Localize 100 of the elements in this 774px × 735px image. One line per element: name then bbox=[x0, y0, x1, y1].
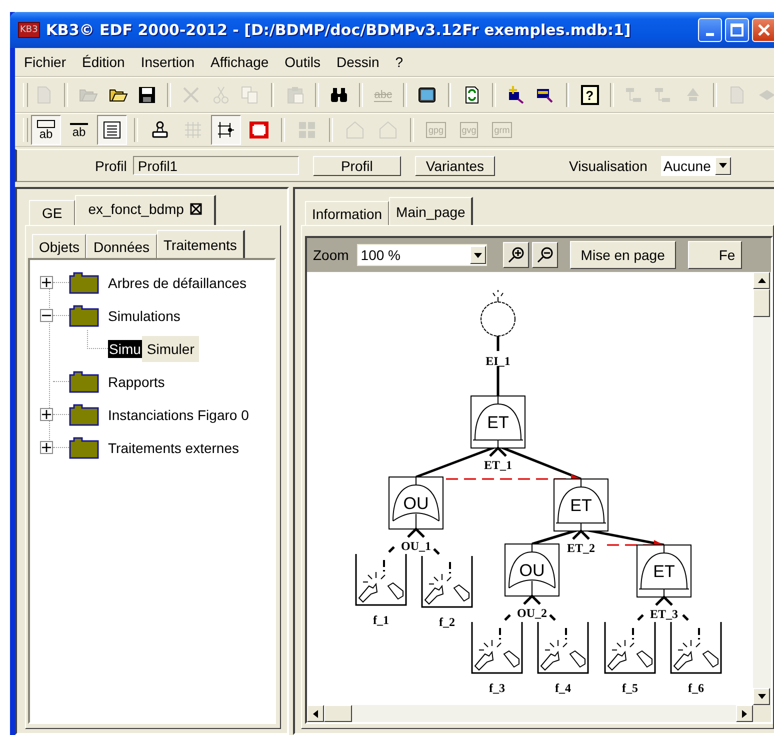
basic-event-drawing[interactable] bbox=[421, 555, 473, 608]
basic-event-drawing[interactable] bbox=[355, 553, 407, 606]
basic-event-drawing[interactable] bbox=[670, 621, 722, 674]
scroll-up-button[interactable] bbox=[753, 272, 770, 289]
maximize-button[interactable] bbox=[725, 18, 749, 42]
folder-icon bbox=[69, 272, 99, 294]
connector-hook bbox=[682, 614, 689, 621]
event-label: f_4 bbox=[555, 681, 571, 695]
zoom-out-icon bbox=[536, 246, 554, 264]
page-setup-button[interactable]: Mise en page bbox=[570, 241, 676, 269]
monitor-icon bbox=[417, 85, 438, 105]
frame-icon bbox=[249, 120, 269, 140]
basic-event-drawing[interactable] bbox=[604, 621, 656, 674]
close-button[interactable] bbox=[752, 18, 774, 42]
scroll-down-button[interactable] bbox=[753, 688, 770, 705]
event-label: f_1 bbox=[373, 613, 389, 627]
house-icon bbox=[378, 120, 398, 140]
menu-item[interactable]: Édition bbox=[75, 51, 132, 73]
zoom-in-button[interactable] bbox=[502, 242, 529, 268]
profile-label: Profil bbox=[95, 158, 127, 174]
close-icon bbox=[757, 23, 771, 37]
connector-hook bbox=[637, 614, 644, 621]
panel-tab[interactable]: Traitements bbox=[156, 230, 245, 258]
profile-button[interactable]: Profil bbox=[312, 156, 401, 176]
gate-label: OU_2 bbox=[517, 606, 547, 620]
hierarchy-icon bbox=[624, 85, 644, 105]
tree-item[interactable]: Simulations bbox=[107, 306, 182, 324]
dropdown-button[interactable] bbox=[470, 246, 486, 264]
menu-item[interactable]: Dessin bbox=[329, 51, 386, 73]
menu-item[interactable]: Fichier bbox=[17, 51, 74, 73]
tree-item[interactable]: Rapports bbox=[107, 372, 166, 390]
event-label: f_6 bbox=[688, 681, 704, 695]
zoom-out-button[interactable] bbox=[532, 242, 558, 268]
top-event-drawing[interactable] bbox=[480, 290, 516, 336]
view-dropdown[interactable]: Aucune bbox=[661, 156, 731, 176]
toolbar-button[interactable] bbox=[97, 115, 127, 145]
copy-icon bbox=[240, 85, 260, 105]
gate-label: ET_2 bbox=[567, 541, 595, 555]
folder-icon bbox=[69, 370, 99, 392]
stamp-icon bbox=[150, 120, 170, 140]
close-icon[interactable] bbox=[190, 202, 202, 214]
event-label: EI_1 bbox=[486, 354, 510, 368]
folder-icon bbox=[69, 436, 99, 458]
vertical-scrollbar[interactable] bbox=[753, 272, 771, 705]
basic-event-drawing[interactable] bbox=[537, 621, 589, 674]
menu-item[interactable]: Affichage bbox=[204, 51, 276, 73]
gate-label: ET_3 bbox=[650, 607, 678, 621]
down-arrow-icon bbox=[758, 694, 766, 699]
tree-item[interactable]: Instanciations Figaro 0 bbox=[107, 406, 250, 424]
connector-hook bbox=[388, 546, 395, 553]
event-label: f_5 bbox=[622, 681, 638, 695]
zoom-dropdown[interactable]: 100 % bbox=[356, 244, 487, 266]
document-tab[interactable]: ex_fonct_bdmp bbox=[75, 195, 216, 225]
connector-hook bbox=[504, 614, 511, 621]
scroll-left-button[interactable] bbox=[307, 705, 324, 722]
toolbar-button[interactable] bbox=[211, 115, 241, 145]
document-tab[interactable]: GE bbox=[29, 200, 76, 225]
folder-icon bbox=[69, 304, 99, 326]
maximize-icon bbox=[730, 23, 744, 37]
page-tab[interactable]: Information bbox=[305, 201, 390, 225]
app-icon: KB3 bbox=[18, 22, 40, 38]
gate-label: OU_1 bbox=[401, 539, 431, 553]
variants-button[interactable]: Variantes bbox=[414, 156, 496, 176]
text-document-icon bbox=[102, 120, 122, 140]
menu-item[interactable]: ? bbox=[388, 51, 410, 73]
event-label: f_3 bbox=[489, 681, 505, 695]
event-label: f_2 bbox=[439, 615, 455, 629]
menu-item[interactable]: Insertion bbox=[134, 51, 202, 73]
window-title: KB3© EDF 2000-2012 - [D:/BDMP/doc/BDMPv3.12Fr exemples.mdb:1] bbox=[46, 21, 632, 39]
profile-field[interactable]: Profil1 bbox=[132, 156, 299, 175]
binoculars-icon bbox=[328, 85, 349, 105]
tree-item[interactable]: Arbres de défaillances bbox=[107, 274, 248, 292]
dropdown-button[interactable] bbox=[714, 156, 731, 174]
horizontal-scrollbar[interactable] bbox=[307, 705, 753, 722]
left-arrow-icon bbox=[313, 710, 318, 718]
zoom-label: Zoom bbox=[313, 247, 349, 263]
menu-item[interactable]: Outils bbox=[278, 51, 328, 73]
toolbar-button[interactable]: ab bbox=[64, 115, 94, 145]
minimize-icon bbox=[706, 33, 714, 36]
toolbar-button[interactable]: Fe bbox=[688, 241, 742, 269]
branch-icon bbox=[216, 120, 236, 140]
clipboard-icon bbox=[284, 85, 305, 105]
view-label: Visualisation bbox=[569, 158, 648, 174]
page-tab[interactable]: Main_page bbox=[389, 197, 474, 225]
toolbar-button[interactable]: ab bbox=[31, 115, 61, 145]
scroll-right-button[interactable] bbox=[736, 705, 753, 722]
panel-tab[interactable]: Objets bbox=[32, 234, 86, 258]
up-arrow-icon bbox=[758, 278, 766, 283]
basic-event-drawing[interactable] bbox=[471, 621, 523, 674]
connector-hook bbox=[549, 614, 556, 621]
tree-item[interactable]: Traitements externes bbox=[107, 438, 240, 456]
cross-icon bbox=[181, 85, 202, 105]
panel-tab[interactable]: Données bbox=[86, 234, 157, 258]
toolbar-button[interactable]: ? bbox=[576, 80, 603, 110]
minimize-button[interactable] bbox=[698, 18, 722, 42]
scroll-thumb[interactable] bbox=[324, 705, 352, 722]
down-arrow-icon bbox=[718, 163, 727, 168]
house-icon bbox=[345, 120, 365, 140]
tree-item[interactable]: Simu bbox=[108, 340, 142, 358]
scroll-thumb[interactable] bbox=[753, 289, 770, 317]
